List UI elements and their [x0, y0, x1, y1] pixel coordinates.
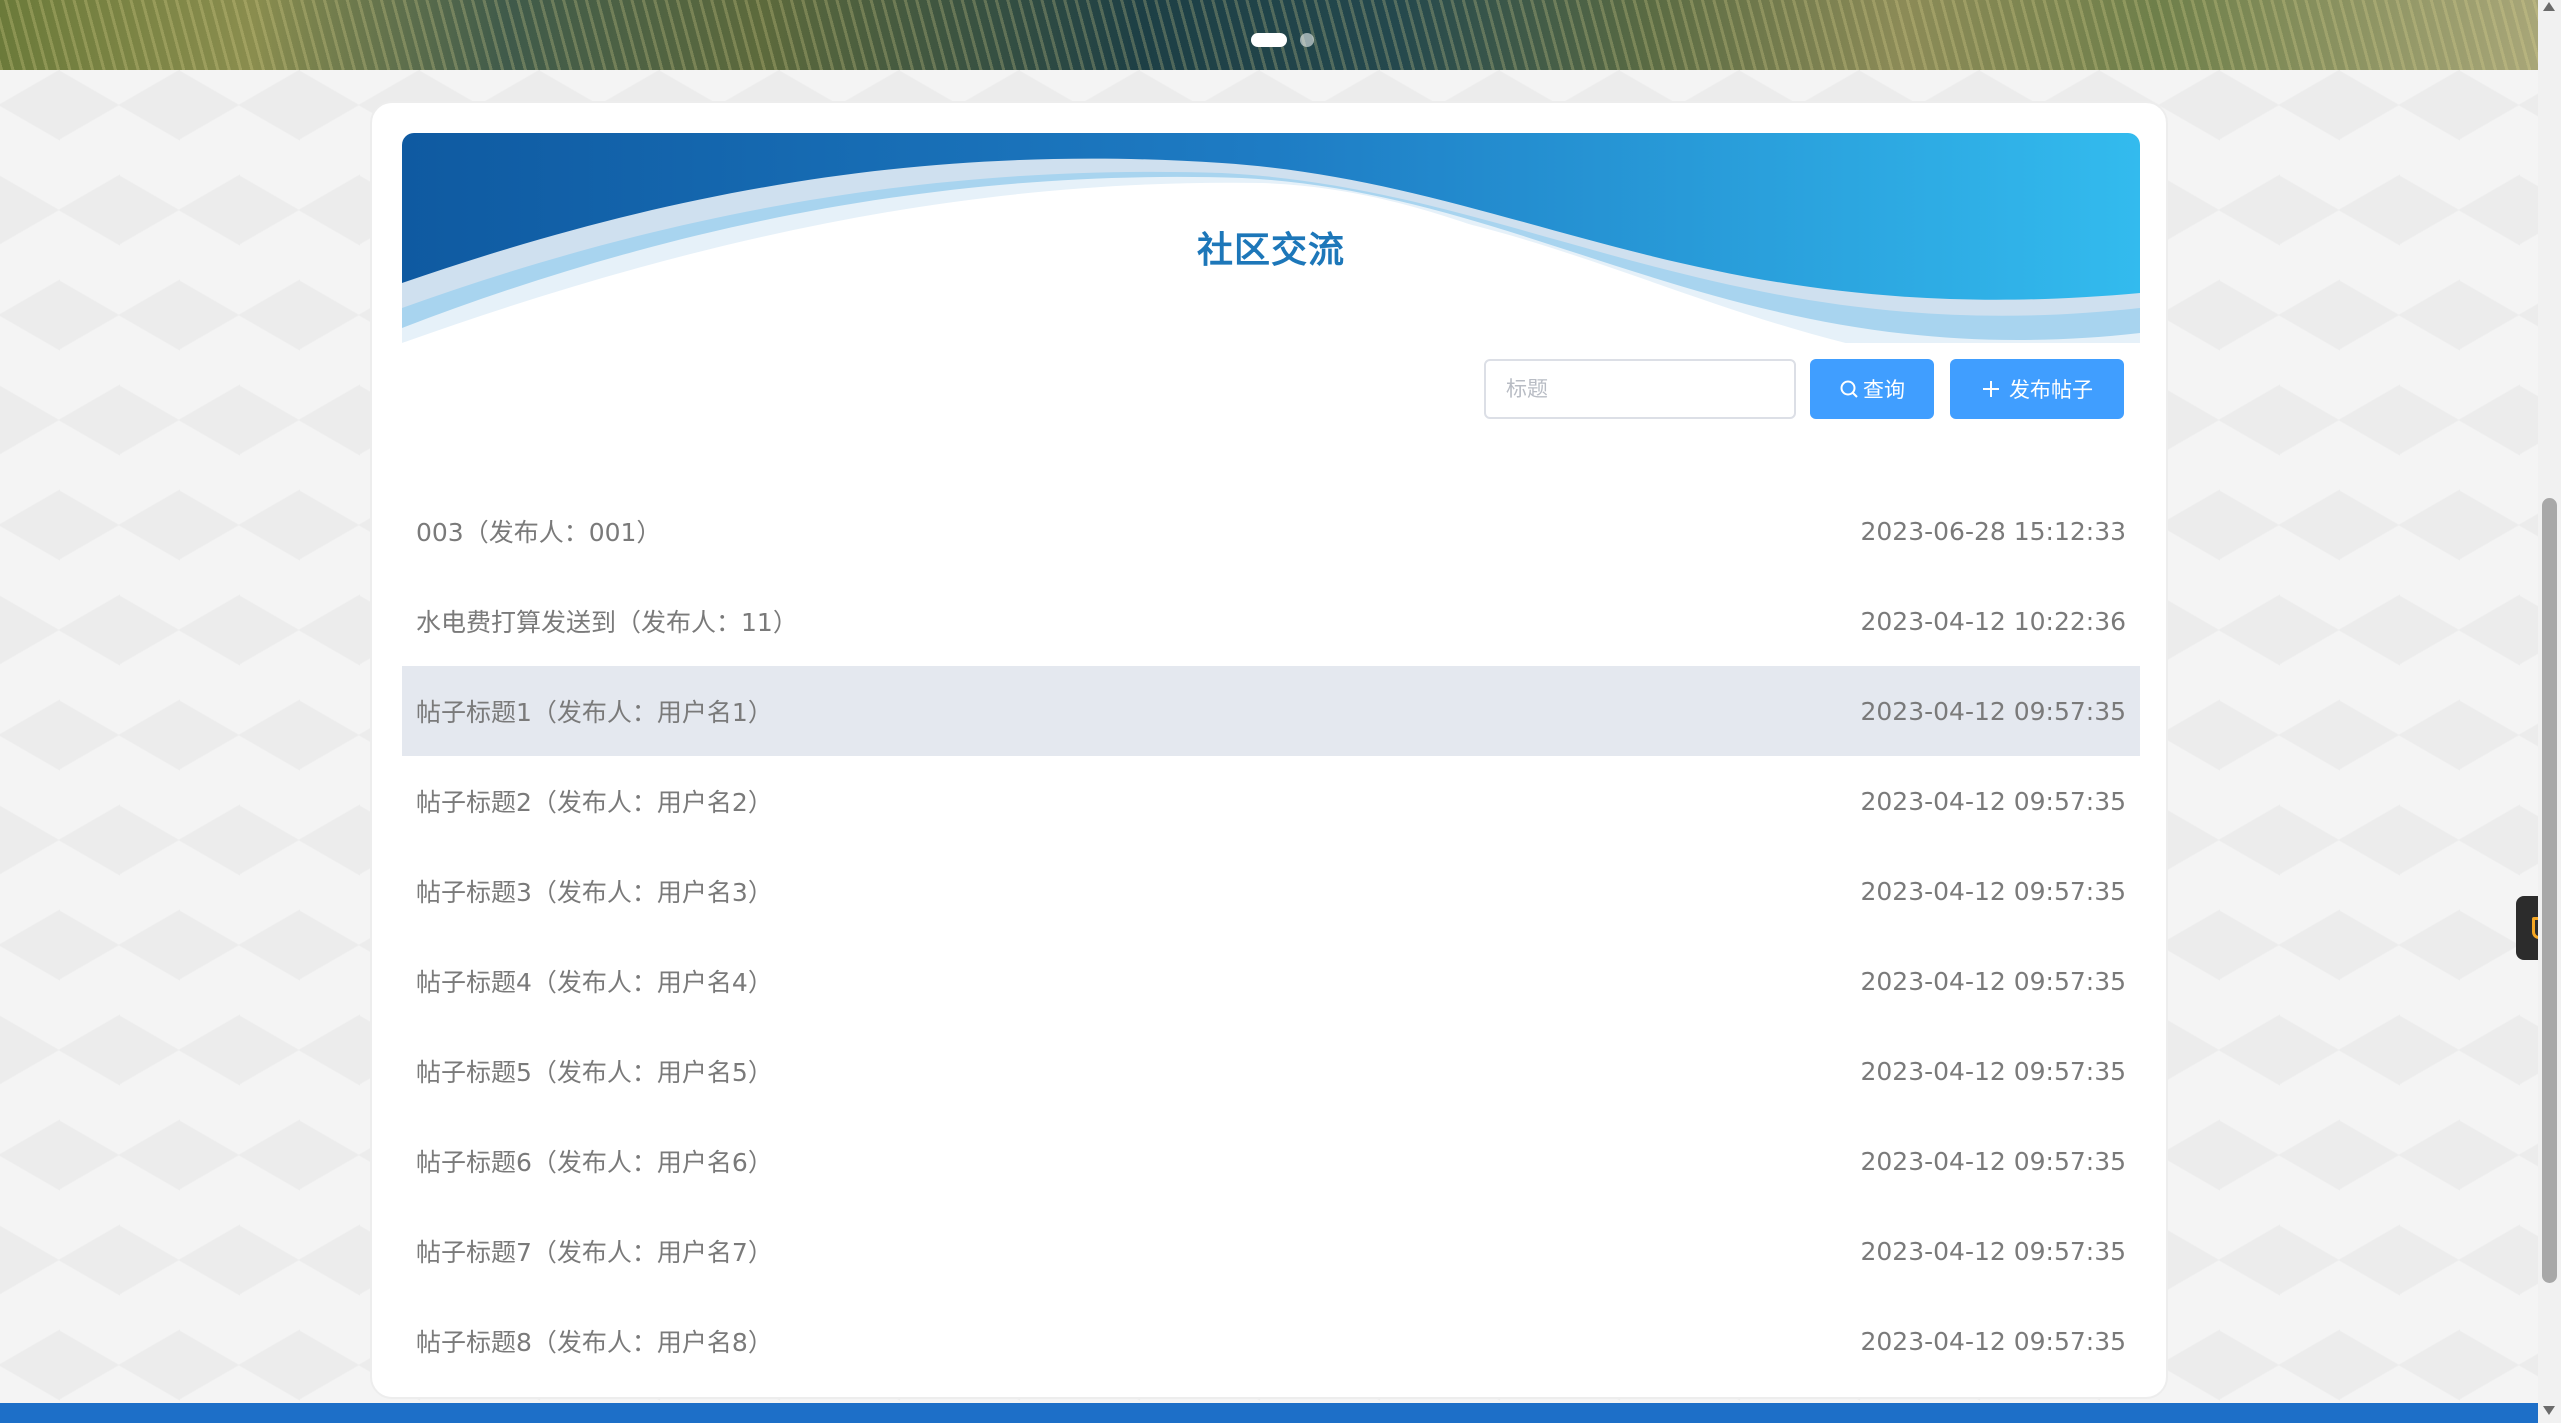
carousel-dot-active[interactable]: [1251, 33, 1287, 47]
post-time: 2023-04-12 09:57:35: [1860, 966, 2126, 996]
search-button[interactable]: 查询: [1810, 359, 1934, 419]
post-title: 帖子标题2（发布人：用户名2）: [416, 788, 773, 817]
post-title: 帖子标题3（发布人：用户名3）: [416, 878, 773, 907]
scroll-down-arrow-icon[interactable]: [2543, 1406, 2555, 1415]
post-row[interactable]: 帖子标题4（发布人：用户名4） 2023-04-12 09:57:35: [402, 936, 2140, 1026]
carousel-dot[interactable]: [1300, 33, 1314, 47]
add-post-button-label: 发布帖子: [2009, 378, 2093, 402]
forum-card: 社区交流 查询 发布帖子 003（发布人：001） 2023-06-28 15:…: [370, 101, 2168, 1399]
search-button-label: 查询: [1863, 378, 1905, 402]
post-time: 2023-04-12 09:57:35: [1860, 1236, 2126, 1266]
post-time: 2023-04-12 09:57:35: [1860, 876, 2126, 906]
post-row[interactable]: 帖子标题7（发布人：用户名7） 2023-04-12 09:57:35: [402, 1206, 2140, 1296]
post-row[interactable]: 水电费打算发送到（发布人：11） 2023-04-12 10:22:36: [402, 576, 2140, 666]
page-title: 社区交流: [1196, 230, 1345, 271]
search-input[interactable]: [1484, 359, 1796, 419]
plus-icon: [1983, 381, 1999, 397]
post-title: 帖子标题6（发布人：用户名6）: [416, 1148, 773, 1177]
post-time: 2023-06-28 15:12:33: [1860, 516, 2126, 546]
post-time: 2023-04-12 09:57:35: [1860, 696, 2126, 726]
post-row[interactable]: 帖子标题8（发布人：用户名8） 2023-04-12 09:57:35: [402, 1296, 2140, 1386]
post-row[interactable]: 帖子标题5（发布人：用户名5） 2023-04-12 09:57:35: [402, 1026, 2140, 1116]
footer-bar: [0, 1403, 2538, 1423]
scrollbar-thumb[interactable]: [2542, 498, 2557, 1283]
post-row-hovered[interactable]: 帖子标题1（发布人：用户名1） 2023-04-12 09:57:35: [402, 666, 2140, 756]
post-row[interactable]: 帖子标题2（发布人：用户名2） 2023-04-12 09:57:35: [402, 756, 2140, 846]
post-title: 水电费打算发送到（发布人：11）: [416, 608, 798, 637]
page-scrollbar[interactable]: [2538, 0, 2561, 1423]
post-title: 帖子标题8（发布人：用户名8）: [416, 1328, 773, 1357]
add-post-button[interactable]: 发布帖子: [1950, 359, 2124, 419]
post-time: 2023-04-12 09:57:35: [1860, 786, 2126, 816]
post-time: 2023-04-12 09:57:35: [1860, 1326, 2126, 1356]
post-time: 2023-04-12 10:22:36: [1860, 606, 2126, 636]
scroll-up-arrow-icon[interactable]: [2543, 2, 2555, 11]
post-row[interactable]: 帖子标题3（发布人：用户名3） 2023-04-12 09:57:35: [402, 846, 2140, 936]
post-row[interactable]: 003（发布人：001） 2023-06-28 15:12:33: [402, 486, 2140, 576]
forum-header: 社区交流: [402, 133, 2140, 343]
post-time: 2023-04-12 09:57:35: [1860, 1056, 2126, 1086]
post-title: 帖子标题4（发布人：用户名4）: [416, 968, 773, 997]
post-row[interactable]: 帖子标题6（发布人：用户名6） 2023-04-12 09:57:35: [402, 1116, 2140, 1206]
post-time: 2023-04-12 09:57:35: [1860, 1146, 2126, 1176]
search-icon: [1840, 380, 1858, 398]
post-title: 帖子标题5（发布人：用户名5）: [416, 1058, 773, 1087]
post-list: 003（发布人：001） 2023-06-28 15:12:33 水电费打算发送…: [402, 486, 2140, 1386]
post-title: 帖子标题7（发布人：用户名7）: [416, 1238, 773, 1267]
post-title: 帖子标题1（发布人：用户名1）: [416, 698, 773, 727]
post-title: 003（发布人：001）: [416, 518, 662, 547]
